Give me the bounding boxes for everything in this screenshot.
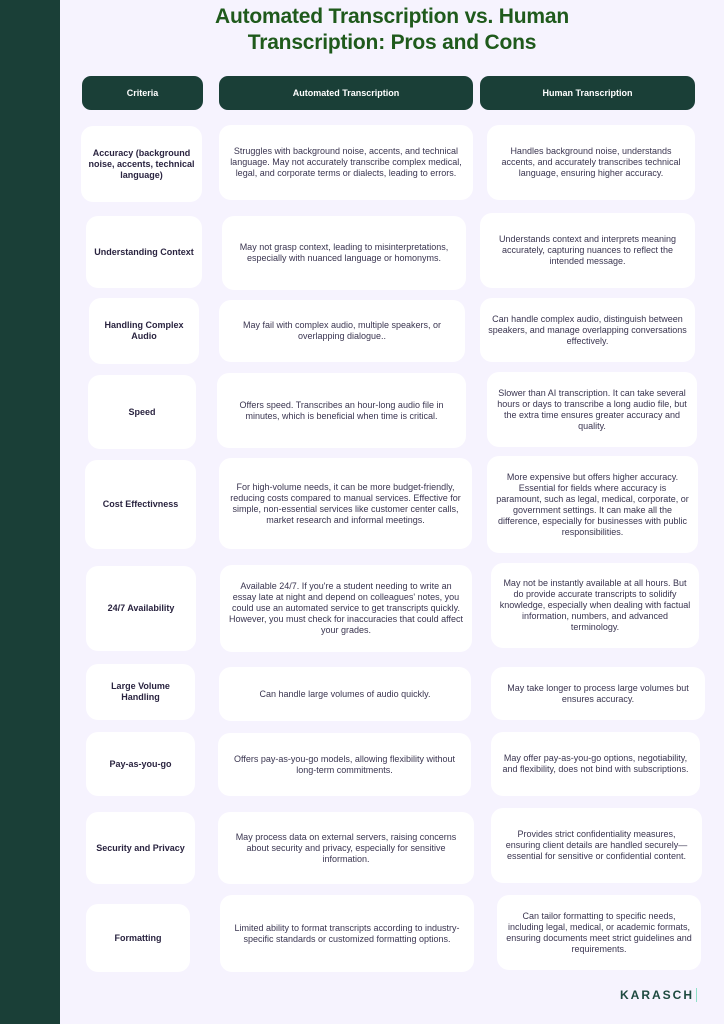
criteria-cell: Cost Effectivness	[85, 460, 196, 549]
human-cell: More expensive but offers higher accurac…	[487, 456, 698, 553]
human-cell: Slower than AI transcription. It can tak…	[487, 372, 697, 447]
human-cell: May offer pay-as-you-go options, negotia…	[491, 732, 700, 796]
criteria-cell: Large Volume Handling	[86, 664, 195, 720]
automated-cell: Offers pay-as-you-go models, allowing fl…	[218, 733, 471, 796]
criteria-cell: Pay-as-you-go	[86, 732, 195, 796]
criteria-cell: Accuracy (background noise, accents, tec…	[81, 126, 202, 202]
automated-cell: For high-volume needs, it can be more bu…	[219, 458, 472, 549]
automated-cell: Limited ability to format transcripts ac…	[220, 895, 474, 972]
human-cell: Understands context and interprets meani…	[480, 213, 695, 288]
header-criteria: Criteria	[82, 76, 203, 110]
header-automated: Automated Transcription	[219, 76, 473, 110]
human-cell: May take longer to process large volumes…	[491, 667, 705, 720]
automated-cell: May fail with complex audio, multiple sp…	[219, 300, 465, 362]
karasch-logo: KARASCH	[620, 988, 697, 1002]
criteria-cell: Speed	[88, 375, 196, 449]
automated-cell: May not grasp context, leading to misint…	[222, 216, 466, 290]
criteria-cell: Understanding Context	[86, 216, 202, 288]
sidebar-band	[0, 0, 60, 1024]
human-cell: Provides strict confidentiality measures…	[491, 808, 702, 883]
human-cell: May not be instantly available at all ho…	[491, 563, 699, 648]
criteria-cell: 24/7 Availability	[86, 566, 196, 651]
automated-cell: Available 24/7. If you're a student need…	[220, 565, 472, 652]
human-cell: Can handle complex audio, distinguish be…	[480, 298, 695, 362]
human-cell: Can tailor formatting to specific needs,…	[497, 895, 701, 970]
automated-cell: May process data on external servers, ra…	[218, 812, 474, 884]
automated-cell: Struggles with background noise, accents…	[219, 125, 473, 200]
criteria-cell: Handling Complex Audio	[89, 298, 199, 364]
page-title-line-1: Automated Transcription vs. Human	[215, 5, 569, 28]
automated-cell: Can handle large volumes of audio quickl…	[219, 667, 471, 721]
human-cell: Handles background noise, understands ac…	[487, 125, 695, 200]
criteria-cell: Formatting	[86, 904, 190, 972]
header-human: Human Transcription	[480, 76, 695, 110]
automated-cell: Offers speed. Transcribes an hour-long a…	[217, 373, 466, 448]
criteria-cell: Security and Privacy	[86, 812, 195, 884]
page-title: Automated Transcription vs. Human Transc…	[60, 4, 724, 56]
page-title-line-2: Transcription: Pros and Cons	[247, 31, 537, 54]
